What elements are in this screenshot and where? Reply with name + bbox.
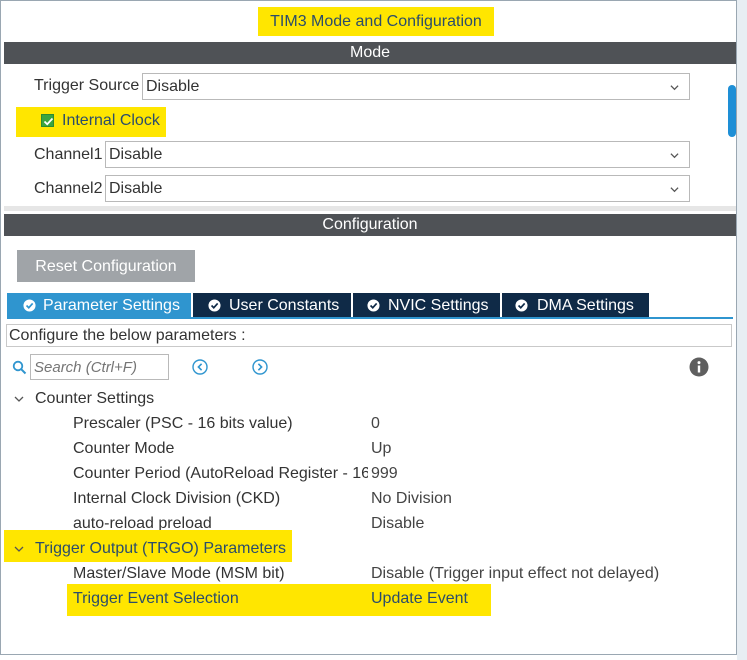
- info-icon[interactable]: [689, 357, 709, 377]
- check-circle-icon: [208, 299, 221, 312]
- trigger-source-select[interactable]: Disable: [142, 73, 690, 100]
- tim3-config-panel: TIM3 Mode and Configuration Mode Trigger…: [0, 0, 737, 655]
- mode-header: Mode: [4, 42, 736, 64]
- internal-clock-checkbox[interactable]: [41, 114, 54, 127]
- param-name: Counter Period (AutoReload Register - 16…: [73, 465, 368, 482]
- group-counter-settings[interactable]: Counter Settings: [35, 390, 154, 408]
- channel1-value: Disable: [109, 146, 163, 163]
- param-value[interactable]: Up: [371, 440, 391, 458]
- trigger-source-label: Trigger Source: [34, 77, 140, 94]
- window-edge: [737, 0, 747, 660]
- panel-title: TIM3 Mode and Configuration: [258, 7, 494, 36]
- check-circle-icon: [515, 299, 528, 312]
- check-circle-icon: [23, 299, 36, 312]
- tab-underline: [7, 317, 733, 319]
- section-divider: [4, 206, 736, 211]
- chevron-down-icon: [670, 153, 679, 159]
- tab-label: Parameter Settings: [43, 297, 180, 314]
- param-value[interactable]: Disable: [371, 515, 424, 533]
- group-trgo-parameters[interactable]: Trigger Output (TRGO) Parameters: [35, 540, 286, 558]
- param-value[interactable]: 0: [371, 415, 380, 433]
- param-value[interactable]: 999: [371, 465, 398, 483]
- next-result-icon[interactable]: [252, 359, 268, 375]
- param-name: Master/Slave Mode (MSM bit): [73, 565, 285, 582]
- parameters-description: Configure the below parameters :: [6, 324, 732, 347]
- channel2-label: Channel2: [34, 180, 103, 197]
- tab-dma-settings[interactable]: DMA Settings: [502, 293, 649, 318]
- param-value[interactable]: Disable (Trigger input effect not delaye…: [371, 565, 659, 583]
- channel2-select[interactable]: Disable: [105, 175, 690, 202]
- search-input[interactable]: [30, 354, 169, 380]
- param-value[interactable]: Update Event: [371, 590, 468, 608]
- channel2-value: Disable: [109, 180, 163, 197]
- check-icon: [43, 117, 54, 126]
- chevron-down-icon[interactable]: [13, 543, 25, 555]
- internal-clock-label[interactable]: Internal Clock: [62, 112, 160, 130]
- tab-label: DMA Settings: [537, 297, 634, 314]
- tab-nvic-settings[interactable]: NVIC Settings: [353, 293, 500, 318]
- search-icon: [12, 360, 27, 375]
- chevron-down-icon[interactable]: [13, 393, 25, 405]
- chevron-down-icon: [670, 187, 679, 193]
- param-name: Trigger Event Selection: [73, 590, 239, 607]
- check-circle-icon: [367, 299, 380, 312]
- tab-user-constants[interactable]: User Constants: [193, 293, 351, 318]
- reset-configuration-button[interactable]: Reset Configuration: [17, 250, 195, 282]
- channel1-label: Channel1: [34, 146, 103, 163]
- configuration-header: Configuration: [4, 214, 736, 236]
- mode-scrollbar-thumb[interactable]: [728, 85, 736, 137]
- tab-label: NVIC Settings: [388, 297, 489, 314]
- chevron-down-icon: [670, 85, 679, 91]
- tab-label: User Constants: [229, 297, 340, 314]
- param-name: Prescaler (PSC - 16 bits value): [73, 415, 293, 432]
- tab-parameter-settings[interactable]: Parameter Settings: [7, 293, 191, 318]
- param-value[interactable]: No Division: [371, 490, 452, 508]
- param-name: Counter Mode: [73, 440, 175, 457]
- param-name: Internal Clock Division (CKD): [73, 490, 281, 507]
- trigger-source-value: Disable: [146, 78, 200, 95]
- channel1-select[interactable]: Disable: [105, 141, 690, 168]
- previous-result-icon[interactable]: [192, 359, 208, 375]
